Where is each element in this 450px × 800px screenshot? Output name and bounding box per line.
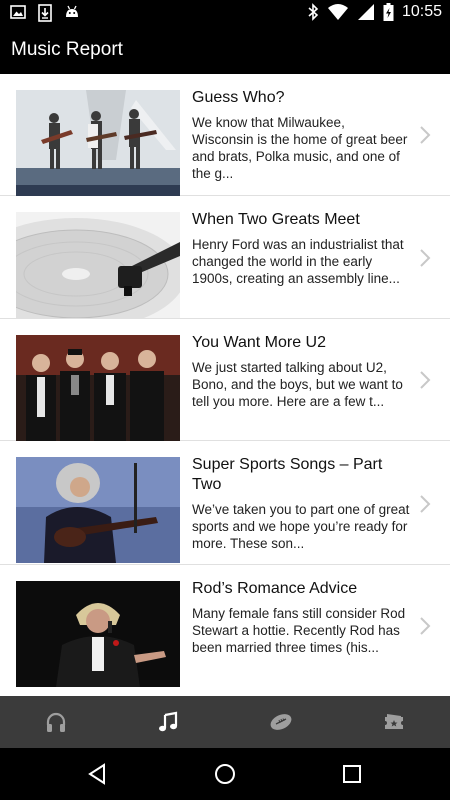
signal-icon <box>357 4 374 20</box>
article-description: We just started talking about U2, Bono, … <box>192 360 403 409</box>
list-item[interactable]: When Two Greats Meet Henry Ford was an i… <box>0 196 450 319</box>
guitarist-photo <box>16 457 180 563</box>
status-left-icons <box>10 4 80 22</box>
list-item[interactable]: Super Sports Songs – Part Two We’ve take… <box>0 441 450 565</box>
wifi-icon <box>327 4 348 20</box>
article-thumbnail <box>16 457 180 563</box>
article-title: You Want More U2 <box>192 334 326 351</box>
chevron-right-icon <box>420 126 431 144</box>
status-right-icons: 10:55 <box>307 3 442 21</box>
tab-tickets[interactable] <box>338 696 450 748</box>
chevron-right-icon <box>420 371 431 389</box>
football-icon <box>270 714 292 730</box>
status-bar: 10:55 <box>0 0 450 26</box>
article-list[interactable]: Guess Who? We know that Milwaukee, Wisco… <box>0 74 450 696</box>
page-title: Music Report <box>11 39 123 60</box>
tab-headphones[interactable] <box>0 696 112 748</box>
ticket-icon <box>385 714 403 729</box>
singer-photo <box>16 581 180 687</box>
article-thumbnail <box>16 335 180 441</box>
turntable-photo <box>16 212 180 318</box>
headphones-icon <box>46 712 66 732</box>
bottom-nav <box>0 696 450 748</box>
image-icon <box>10 5 26 19</box>
list-item[interactable]: You Want More U2 We just started talking… <box>0 319 450 441</box>
music-note-icon <box>159 711 178 732</box>
tab-music[interactable] <box>112 696 224 748</box>
download-icon <box>38 4 52 22</box>
article-description: Henry Ford was an industrialist that cha… <box>192 237 404 286</box>
chevron-right-icon <box>420 617 431 635</box>
chevron-right-icon <box>420 495 431 513</box>
band-red-carpet-photo <box>16 335 180 441</box>
concert-band-photo <box>16 90 180 196</box>
system-nav-bar <box>0 748 450 800</box>
article-description: We’ve taken you to part one of great spo… <box>192 502 410 551</box>
article-thumbnail <box>16 212 180 318</box>
article-description: Many female fans still consider Rod Stew… <box>192 606 406 655</box>
battery-icon <box>383 3 394 21</box>
back-icon[interactable] <box>86 762 110 786</box>
article-thumbnail <box>16 90 180 196</box>
recents-icon[interactable] <box>340 762 364 786</box>
article-description: We know that Milwaukee, Wisconsin is the… <box>192 115 408 181</box>
list-item[interactable]: Rod’s Romance Advice Many female fans st… <box>0 565 450 696</box>
article-title: Guess Who? <box>192 89 285 106</box>
article-thumbnail <box>16 581 180 687</box>
article-title: When Two Greats Meet <box>192 211 360 228</box>
status-time: 10:55 <box>401 3 442 20</box>
article-title: Super Sports Songs – Part Two <box>192 456 383 493</box>
chevron-right-icon <box>420 249 431 267</box>
home-icon[interactable] <box>213 762 237 786</box>
article-title: Rod’s Romance Advice <box>192 580 358 597</box>
android-icon <box>66 5 78 17</box>
tab-sports[interactable] <box>225 696 337 748</box>
app-bar: Music Report <box>0 26 450 74</box>
bluetooth-icon <box>308 3 319 21</box>
list-item[interactable]: Guess Who? We know that Milwaukee, Wisco… <box>0 74 450 196</box>
